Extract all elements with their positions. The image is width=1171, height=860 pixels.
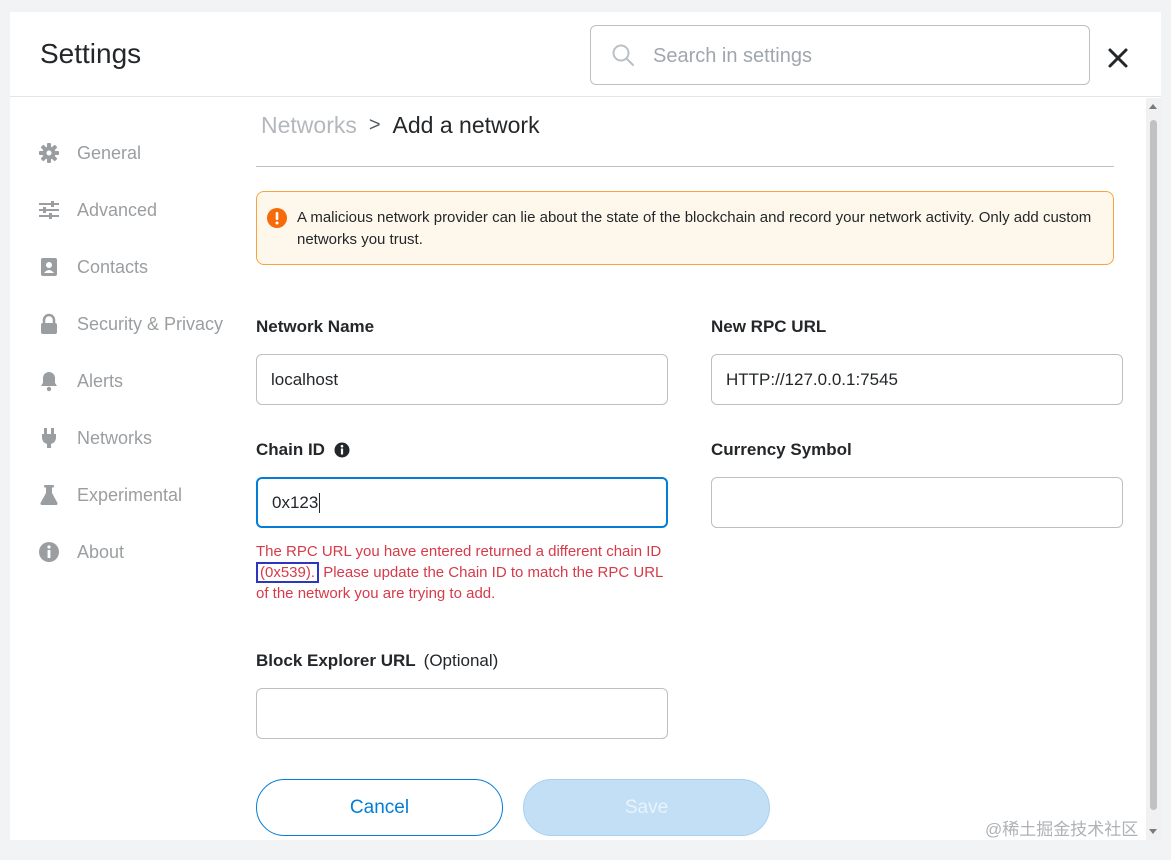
text-caret	[319, 492, 321, 513]
sliders-icon	[39, 201, 59, 219]
scroll-up-arrow[interactable]	[1149, 104, 1157, 109]
divider	[256, 166, 1114, 167]
chain-id-error: The RPC URL you have entered returned a …	[256, 541, 668, 604]
sidebar-item-label: Networks	[77, 427, 153, 448]
error-highlighted-chain-id: (0x539).	[256, 562, 320, 583]
flask-icon	[40, 485, 58, 505]
plug-icon	[42, 428, 56, 448]
chain-id-field[interactable]: 0x123	[256, 477, 668, 528]
gear-icon	[39, 143, 59, 163]
page-title: Settings	[40, 38, 142, 69]
settings-header: Settings Search in settings	[10, 12, 1161, 97]
info-icon	[39, 542, 59, 562]
search-box[interactable]: Search in settings	[590, 25, 1090, 85]
sidebar-item-label: Alerts	[77, 370, 124, 391]
breadcrumb-separator: >	[368, 114, 381, 136]
scrollbar-thumb[interactable]	[1150, 120, 1157, 810]
settings-window: Settings Search in settings General Adva…	[10, 12, 1161, 840]
chain-id-label: Chain ID	[256, 440, 325, 459]
block-explorer-label-text: Block Explorer URL	[256, 651, 416, 670]
sidebar-item-about[interactable]: About	[38, 537, 124, 567]
sidebar-item-label: Advanced	[77, 199, 158, 220]
currency-symbol-label: Currency Symbol	[711, 440, 852, 459]
sidebar-item-alerts[interactable]: Alerts	[38, 366, 123, 396]
optional-tag: (Optional)	[423, 651, 499, 670]
add-network-panel: Networks > Add a network A malicious net…	[256, 98, 1136, 840]
address-book-icon	[41, 258, 57, 276]
sidebar-item-networks[interactable]: Networks	[38, 423, 152, 453]
sidebar-item-security[interactable]: Security & Privacy	[38, 309, 223, 339]
warning-icon	[267, 208, 287, 228]
lock-icon	[41, 313, 57, 334]
cancel-button[interactable]: Cancel	[256, 779, 503, 836]
chain-id-value: 0x123	[272, 492, 319, 512]
network-name-label: Network Name	[256, 317, 375, 336]
warning-banner: A malicious network provider can lie abo…	[256, 191, 1114, 265]
error-text-start: The RPC URL you have entered returned a …	[256, 543, 662, 560]
sidebar-item-label: About	[77, 541, 125, 562]
rpc-url-label: New RPC URL	[711, 317, 827, 336]
save-button[interactable]: Save	[523, 779, 770, 836]
sidebar-item-label: Experimental	[77, 484, 183, 505]
breadcrumb-current: Add a network	[392, 112, 540, 138]
watermark: @稀土掘金技术社区	[985, 820, 1139, 839]
sidebar-item-experimental[interactable]: Experimental	[38, 480, 182, 510]
search-input[interactable]: Search in settings	[653, 45, 812, 68]
rpc-url-field[interactable]: HTTP://127.0.0.1:7545	[711, 354, 1123, 405]
settings-sidebar: General Advanced Contacts Security & Pri…	[10, 98, 240, 840]
breadcrumb-networks-link[interactable]: Networks	[261, 112, 357, 139]
chain-id-label-row: Chain ID	[256, 440, 350, 460]
breadcrumb: Networks > Add a network	[261, 112, 540, 139]
bell-icon	[41, 372, 57, 392]
info-icon[interactable]	[334, 442, 350, 458]
network-name-field[interactable]: localhost	[256, 354, 668, 405]
scrollbar[interactable]	[1146, 98, 1161, 840]
close-icon[interactable]	[1105, 45, 1131, 71]
sidebar-item-contacts[interactable]: Contacts	[38, 252, 148, 282]
search-icon	[612, 44, 634, 66]
currency-symbol-field[interactable]	[711, 477, 1123, 528]
sidebar-item-label: General	[77, 142, 142, 163]
sidebar-item-advanced[interactable]: Advanced	[38, 195, 157, 225]
scroll-down-arrow[interactable]	[1149, 829, 1157, 834]
warning-text: A malicious network provider can lie abo…	[297, 209, 1092, 248]
sidebar-item-general[interactable]: General	[38, 138, 141, 168]
sidebar-item-label: Security & Privacy	[77, 313, 224, 334]
block-explorer-field[interactable]	[256, 688, 668, 739]
sidebar-item-label: Contacts	[77, 256, 149, 277]
block-explorer-label: Block Explorer URL (Optional)	[256, 651, 498, 671]
